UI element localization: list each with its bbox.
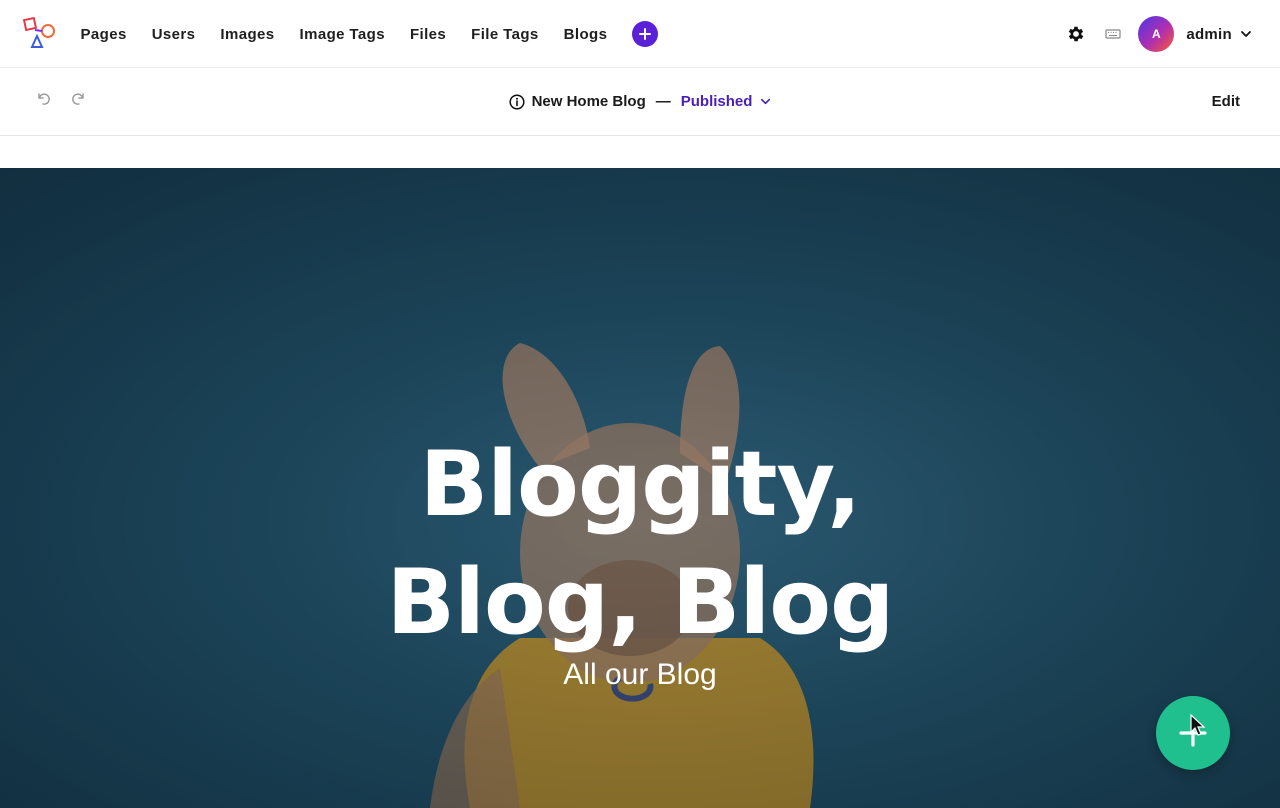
title-separator: — (655, 93, 671, 110)
user-name[interactable]: admin (1186, 26, 1232, 43)
document-title-bar: New Home Blog — Published (0, 93, 1280, 110)
hero-title-line-1: Bloggity, (419, 432, 862, 537)
nav-users[interactable]: Users (152, 26, 196, 43)
nav-files[interactable]: Files (410, 26, 446, 43)
edit-button[interactable]: Edit (1212, 93, 1240, 110)
hero-title: Bloggity, Blog, Blog (0, 426, 1280, 662)
avatar[interactable]: A (1138, 16, 1175, 52)
page-spacer (0, 137, 1280, 168)
editor-toolbar: New Home Blog — Published Edit (0, 69, 1280, 136)
chevron-down-icon[interactable] (1240, 28, 1252, 40)
status-label: Published (680, 93, 753, 110)
nav-image-tags[interactable]: Image Tags (300, 26, 385, 43)
info-icon[interactable] (509, 93, 525, 110)
top-navigation: Pages Users Images Image Tags Files File… (0, 0, 1280, 68)
nav-pages[interactable]: Pages (81, 26, 127, 43)
keyboard-icon[interactable] (1104, 25, 1122, 43)
hero-title-line-2: Blog, Blog (386, 550, 895, 655)
hero-section[interactable]: Bloggity, Blog, Blog All our Blog (0, 168, 1280, 808)
nav-blogs[interactable]: Blogs (564, 26, 608, 43)
nav-images[interactable]: Images (220, 26, 274, 43)
status-dropdown[interactable]: Published (681, 93, 772, 110)
main-nav: Pages Users Images Image Tags Files File… (68, 0, 658, 68)
add-content-button[interactable] (631, 21, 658, 47)
hero-subtitle: All our Blog (563, 658, 717, 691)
app-logo-icon[interactable] (22, 17, 58, 51)
user-tools: A admin (1066, 0, 1252, 68)
gear-icon[interactable] (1066, 24, 1086, 44)
chevron-down-icon (761, 98, 771, 105)
mouse-pointer-icon (1190, 714, 1206, 736)
plus-icon (638, 28, 651, 40)
document-title: New Home Blog (531, 93, 646, 110)
nav-file-tags[interactable]: File Tags (471, 26, 539, 43)
